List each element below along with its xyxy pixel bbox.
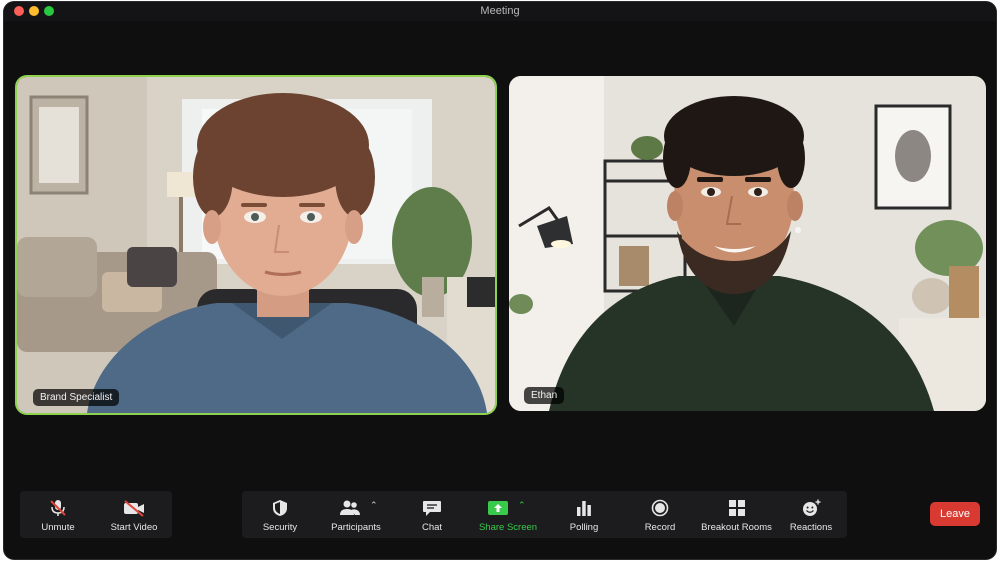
muted-microphone-icon bbox=[50, 500, 66, 516]
participants-label: Participants bbox=[331, 522, 381, 533]
reactions-label: Reactions bbox=[789, 522, 833, 533]
leave-button[interactable]: Leave bbox=[930, 502, 980, 526]
title-bar: Meeting bbox=[4, 2, 996, 21]
start-video-button[interactable]: Start Video bbox=[96, 491, 172, 538]
participant-name-label: Brand Specialist bbox=[33, 389, 120, 406]
breakout-rooms-grid-icon bbox=[728, 500, 745, 516]
record-button[interactable]: Record bbox=[622, 491, 698, 538]
video-off-icon bbox=[124, 500, 144, 517]
security-button[interactable]: Security bbox=[242, 491, 318, 538]
security-label: Security bbox=[262, 522, 298, 533]
audio-video-controls: Unmute Start Video bbox=[20, 491, 172, 538]
video-feed-ethan bbox=[509, 76, 986, 411]
video-tile-brand-specialist[interactable]: Brand Specialist bbox=[15, 75, 497, 415]
share-screen-button[interactable]: ⌃ Share Screen bbox=[470, 491, 546, 538]
breakout-rooms-button[interactable]: Breakout Rooms bbox=[698, 491, 775, 538]
breakout-rooms-label: Breakout Rooms bbox=[701, 522, 772, 533]
reactions-button[interactable]: Reactions bbox=[775, 491, 847, 538]
shield-icon bbox=[273, 500, 287, 516]
video-feed-brand-specialist bbox=[17, 77, 495, 413]
share-screen-chevron-up-icon[interactable]: ⌃ bbox=[518, 500, 526, 511]
participants-chevron-up-icon[interactable]: ⌃ bbox=[370, 500, 378, 511]
record-label: Record bbox=[644, 522, 676, 533]
unmute-label: Unmute bbox=[41, 522, 75, 533]
polling-button[interactable]: Polling bbox=[546, 491, 622, 538]
chat-button[interactable]: Chat bbox=[394, 491, 470, 538]
chat-label: Chat bbox=[421, 522, 443, 533]
record-icon bbox=[651, 499, 669, 517]
smiley-plus-icon bbox=[803, 499, 821, 516]
start-video-label: Start Video bbox=[110, 522, 158, 533]
window-title: Meeting bbox=[480, 5, 520, 17]
participant-name-label: Ethan bbox=[524, 387, 565, 404]
share-screen-icon bbox=[488, 501, 508, 515]
meeting-window: Meeting Brand Specialist Ethan Unmute St… bbox=[4, 2, 996, 559]
chat-bubble-icon bbox=[423, 501, 441, 516]
video-tile-ethan[interactable]: Ethan bbox=[509, 76, 986, 411]
unmute-button[interactable]: Unmute bbox=[20, 491, 96, 538]
meeting-controls: Security ⌃ Participants Chat ⌃ Share Scr… bbox=[242, 491, 847, 538]
participants-icon bbox=[340, 500, 360, 515]
participants-button[interactable]: ⌃ Participants bbox=[318, 491, 394, 538]
share-screen-label: Share Screen bbox=[478, 522, 538, 533]
polling-label: Polling bbox=[569, 522, 599, 533]
bar-chart-icon bbox=[577, 501, 591, 516]
